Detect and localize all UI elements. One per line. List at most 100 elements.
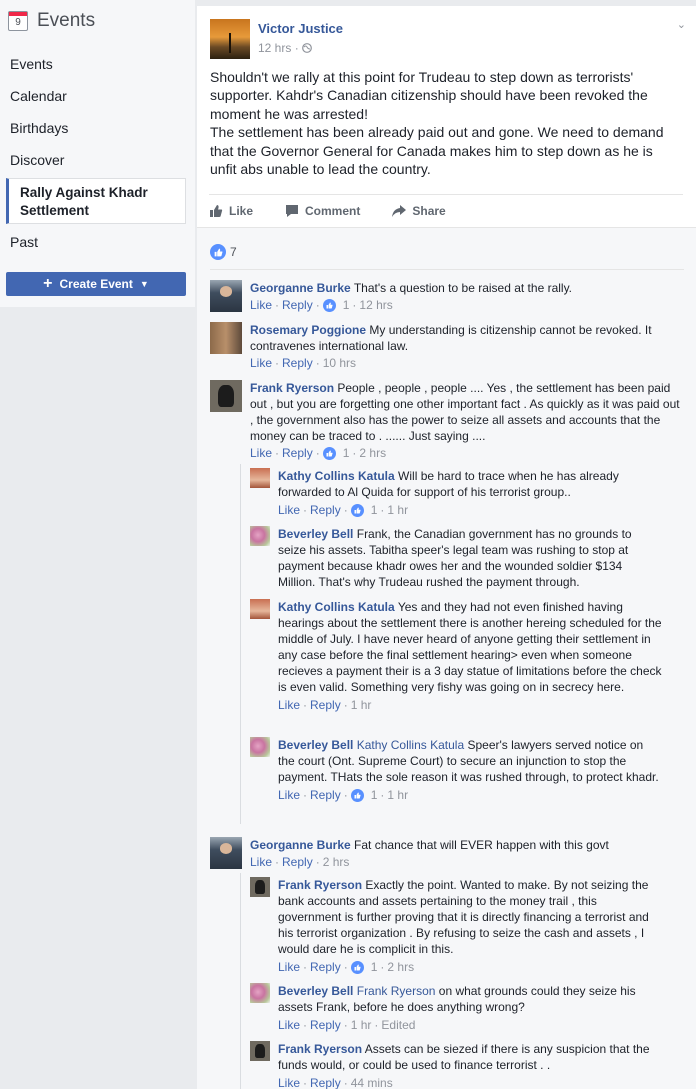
reaction-count: 7 [230, 245, 237, 259]
like-reaction-icon [350, 788, 364, 802]
post-time[interactable]: 12 hrs [258, 41, 291, 55]
comment-reply-link[interactable]: Reply [310, 787, 341, 803]
sidebar-item-birthdays[interactable]: Birthdays [10, 120, 68, 136]
comment-reply-link[interactable]: Reply [282, 854, 313, 870]
comment-like-link[interactable]: Like [278, 697, 300, 713]
like-reaction-icon [350, 503, 364, 517]
sidebar-item-active-event[interactable]: Rally Against Khadr Settlement [6, 178, 186, 224]
commenter-name[interactable]: Beverley Bell [278, 984, 353, 998]
sidebar-item-discover[interactable]: Discover [10, 152, 64, 168]
create-event-button[interactable]: + Create Event ▼ [6, 272, 186, 296]
comment-time[interactable]: 2 hrs [323, 854, 350, 870]
comment-time[interactable]: 2 hrs [359, 445, 386, 461]
edited-label[interactable]: Edited [381, 1017, 415, 1033]
comment-time[interactable]: 1 hr [387, 787, 408, 803]
comment-reply-link[interactable]: Reply [282, 355, 313, 371]
comment-like-link[interactable]: Like [250, 445, 272, 461]
post-timestamp[interactable]: 12 hrs · [258, 41, 343, 55]
comment-reply-link[interactable]: Reply [310, 502, 341, 518]
reaction-count[interactable]: 1 [371, 502, 378, 518]
commenter-name[interactable]: Beverley Bell [278, 738, 353, 752]
commenter-name[interactable]: Frank Ryerson [278, 1042, 362, 1056]
reaction-count[interactable]: 1 [343, 297, 350, 313]
author-name[interactable]: Victor Justice [258, 21, 343, 36]
comment-meta: Like · Reply · 1 · 12 hrs [250, 297, 393, 313]
like-reaction-icon [322, 446, 336, 460]
avatar[interactable] [250, 599, 270, 619]
comment-like-link[interactable]: Like [278, 959, 300, 975]
mention-link[interactable]: Frank Ryerson [357, 984, 436, 998]
comment-time[interactable]: 2 hrs [387, 959, 414, 975]
like-button[interactable]: Like [209, 204, 253, 218]
comment-text: Yes and they had not even finished havin… [278, 600, 662, 694]
comment-like-link[interactable]: Like [278, 502, 300, 518]
comment-time[interactable]: 1 hr [387, 502, 408, 518]
avatar[interactable] [210, 380, 242, 412]
comment-time[interactable]: 1 hr [351, 1017, 372, 1033]
sidebar-item-calendar[interactable]: Calendar [10, 88, 67, 104]
comment-like-link[interactable]: Like [250, 854, 272, 870]
comment-like-link[interactable]: Like [250, 297, 272, 313]
comment-like-link[interactable]: Like [278, 1075, 300, 1089]
reaction-count[interactable]: 1 [371, 959, 378, 975]
avatar[interactable] [250, 526, 270, 546]
comment-meta: Like · Reply · 1 · 2 hrs [278, 959, 415, 975]
commenter-name[interactable]: Frank Ryerson [278, 878, 362, 892]
avatar[interactable] [250, 468, 270, 488]
commenter-name[interactable]: Kathy Collins Katula [278, 600, 395, 614]
reactions-summary[interactable]: 7 [210, 244, 237, 260]
post-card: Victor Justice 12 hrs · ⌄ Shouldn't we r… [197, 6, 696, 1089]
avatar[interactable] [250, 1041, 270, 1061]
comment-reply-link[interactable]: Reply [282, 297, 313, 313]
avatar[interactable] [210, 322, 242, 354]
commenter-name[interactable]: Georganne Burke [250, 838, 351, 852]
reaction-count[interactable]: 1 [343, 445, 350, 461]
author-avatar[interactable] [210, 19, 250, 59]
comment-time[interactable]: 44 mins [351, 1075, 393, 1089]
comment-text: That's a question to be raised at the ra… [353, 281, 573, 295]
mention-link[interactable]: Kathy Collins Katula [357, 738, 464, 752]
comment: Georganne Burke Fat chance that will EVE… [210, 837, 680, 870]
comment-like-link[interactable]: Like [278, 787, 300, 803]
commenter-name[interactable]: Rosemary Poggione [250, 323, 366, 337]
commenter-name[interactable]: Frank Ryerson [250, 381, 334, 395]
post-body: Shouldn't we rally at this point for Tru… [210, 68, 680, 178]
comment-reply-link[interactable]: Reply [310, 1017, 341, 1033]
thumbs-up-icon [210, 205, 223, 217]
reply-thread-line [240, 873, 241, 1089]
post-text-paragraph: The settlement has been already paid out… [210, 124, 664, 178]
avatar[interactable] [250, 877, 270, 897]
comment-reply-link[interactable]: Reply [310, 697, 341, 713]
comment-reply-link[interactable]: Reply [282, 445, 313, 461]
avatar[interactable] [250, 983, 270, 1003]
comment-label: Comment [305, 204, 361, 218]
comment-like-link[interactable]: Like [250, 355, 272, 371]
avatar[interactable] [210, 837, 242, 869]
globe-icon [302, 43, 312, 53]
comment-time[interactable]: 10 hrs [323, 355, 356, 371]
commenter-name[interactable]: Georganne Burke [250, 281, 351, 295]
comment-button[interactable]: Comment [285, 204, 360, 218]
comment: Frank Ryerson People , people , people .… [210, 380, 680, 461]
reply: Beverley Bell Kathy Collins Katula Speer… [250, 737, 663, 803]
avatar[interactable] [210, 280, 242, 312]
sidebar-item-past[interactable]: Past [10, 234, 38, 250]
reaction-count[interactable]: 1 [371, 787, 378, 803]
commenter-name[interactable]: Beverley Bell [278, 527, 353, 541]
like-reaction-icon [210, 244, 226, 260]
commenter-name[interactable]: Kathy Collins Katula [278, 469, 395, 483]
sidebar-title[interactable]: Events [37, 10, 95, 32]
comment-like-link[interactable]: Like [278, 1017, 300, 1033]
comment-reply-link[interactable]: Reply [310, 959, 341, 975]
avatar[interactable] [250, 737, 270, 757]
sidebar-item-events[interactable]: Events [10, 56, 53, 72]
post-options-chevron-icon[interactable]: ⌄ [677, 18, 686, 31]
like-reaction-icon [322, 298, 336, 312]
comment: Rosemary Poggione My understanding is ci… [210, 322, 680, 371]
comment-meta: Like · Reply · 1 hr [278, 697, 372, 713]
comment-time[interactable]: 12 hrs [359, 297, 392, 313]
reply-thread-line [240, 464, 241, 824]
comment-reply-link[interactable]: Reply [310, 1075, 341, 1089]
share-button[interactable]: Share [392, 204, 446, 218]
comment-time[interactable]: 1 hr [351, 697, 372, 713]
